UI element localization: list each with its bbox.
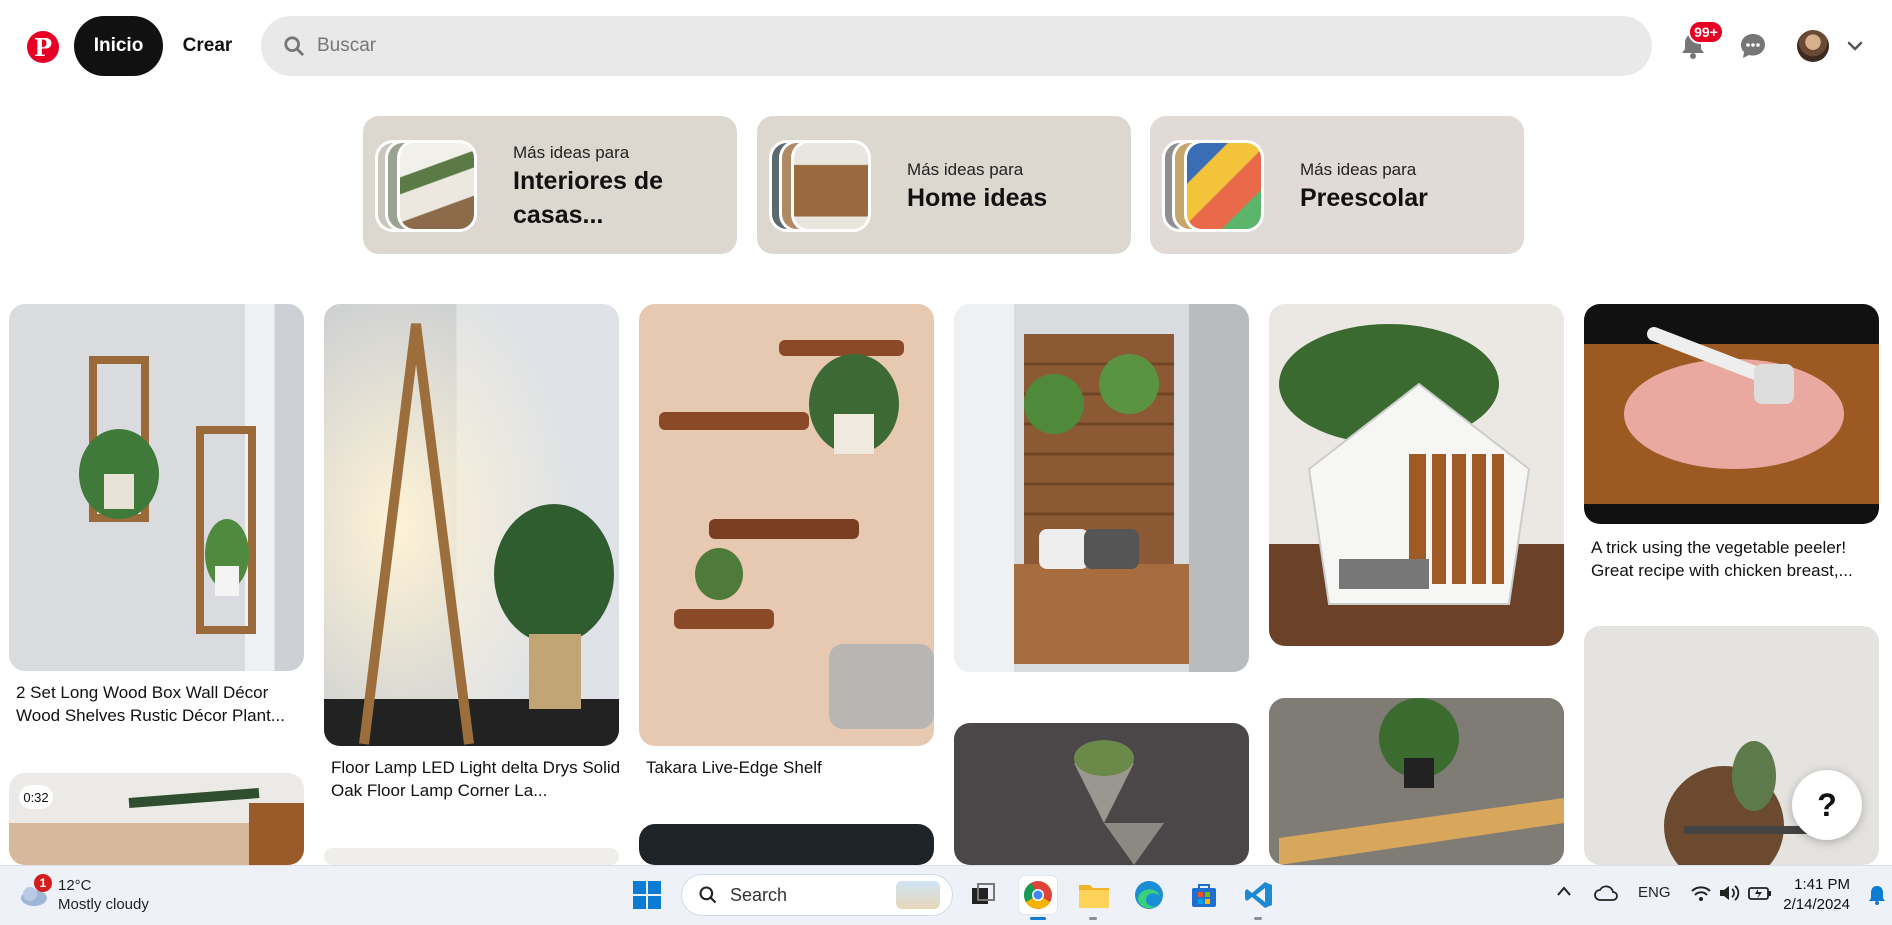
help-button[interactable]: ?: [1792, 770, 1862, 840]
clock-time: 1:41 PM: [1794, 876, 1850, 893]
idea-title: Interiores de casas...: [513, 167, 664, 229]
tray-chevron-up-icon[interactable]: [1556, 884, 1572, 901]
idea-thumbnails: [375, 140, 477, 232]
idea-thumbnails: [1162, 140, 1264, 232]
idea-title: Home ideas: [907, 184, 1048, 212]
file-explorer-icon[interactable]: [1075, 876, 1113, 914]
idea-thumbnails: [769, 140, 871, 232]
pin-video-plant[interactable]: [9, 773, 304, 865]
nav-home-button[interactable]: Inicio: [74, 16, 163, 76]
top-bar: P Inicio Crear 99+: [0, 0, 1892, 96]
search-icon: [284, 36, 304, 56]
pin-title[interactable]: A trick using the vegetable peeler! Grea…: [1591, 536, 1881, 582]
account-chevron-down-icon[interactable]: [1840, 28, 1870, 64]
notification-bell-icon[interactable]: [1868, 884, 1886, 910]
pin-image-dark[interactable]: [639, 824, 934, 865]
vscode-indicator: [1254, 917, 1262, 920]
logo-glyph: P: [33, 33, 53, 62]
search-bar[interactable]: [261, 16, 1652, 76]
search-icon: [699, 886, 717, 904]
pin-image-dog-house[interactable]: [1269, 304, 1564, 646]
windows-start-icon[interactable]: [628, 876, 666, 914]
idea-title: Preescolar: [1300, 184, 1428, 212]
chrome-icon[interactable]: [1019, 876, 1057, 914]
pin-image-balcony[interactable]: [954, 304, 1249, 672]
pin-image-bench-plant[interactable]: [1269, 698, 1564, 865]
pin-video-chicken-peeler[interactable]: [1584, 304, 1879, 524]
volume-icon[interactable]: [1718, 883, 1740, 907]
network-cloud-icon[interactable]: [1594, 882, 1618, 908]
notifications-badge: 99+: [1688, 20, 1724, 44]
wifi-icon[interactable]: [1690, 883, 1712, 907]
idea-subtitle: Más ideas para: [513, 143, 630, 162]
language-indicator[interactable]: ENG: [1638, 884, 1671, 901]
microsoft-store-icon[interactable]: [1185, 876, 1223, 914]
search-highlight-image: [896, 881, 940, 909]
idea-card-home-ideas[interactable]: Más ideas para Home ideas: [757, 116, 1131, 254]
pin-image-live-edge-shelf[interactable]: [639, 304, 934, 746]
cloud-icon: 1: [18, 874, 52, 908]
messages-icon[interactable]: [1735, 28, 1771, 64]
video-duration-badge: 0:32: [19, 785, 53, 809]
pin-image-partial[interactable]: [324, 848, 619, 865]
vscode-icon[interactable]: [1240, 876, 1278, 914]
chrome-active-indicator: [1030, 917, 1046, 920]
pinterest-logo[interactable]: P: [27, 31, 59, 63]
idea-subtitle: Más ideas para: [907, 160, 1024, 179]
explorer-indicator: [1089, 917, 1097, 920]
idea-subtitle: Más ideas para: [1300, 160, 1417, 179]
pin-title[interactable]: Floor Lamp LED Light delta Drys Solid Oa…: [331, 756, 621, 802]
task-view-icon[interactable]: [964, 876, 1002, 914]
weather-temp: 12°C: [58, 877, 92, 894]
pin-image-floor-lamp[interactable]: [324, 304, 619, 746]
idea-card-interiores[interactable]: Más ideas para Interiores de casas...: [363, 116, 737, 254]
weather-widget[interactable]: 1 12°C Mostly cloudy: [18, 874, 149, 914]
pin-title[interactable]: Takara Live-Edge Shelf: [646, 756, 936, 779]
pin-image-wall-decor[interactable]: [9, 304, 304, 671]
weather-desc: Mostly cloudy: [58, 896, 149, 913]
windows-taskbar: 1 12°C Mostly cloudy Search ENG 1:41 PM …: [0, 865, 1892, 925]
clock-date: 2/14/2024: [1783, 896, 1850, 913]
system-clock[interactable]: 1:41 PM 2/14/2024: [1778, 875, 1850, 915]
pin-image-triangle-planters[interactable]: [954, 723, 1249, 865]
search-input[interactable]: [317, 35, 1617, 57]
taskbar-search[interactable]: Search: [681, 874, 953, 916]
battery-icon[interactable]: [1748, 883, 1772, 907]
edge-icon[interactable]: [1130, 876, 1168, 914]
profile-avatar[interactable]: [1797, 30, 1829, 62]
nav-create-button[interactable]: Crear: [165, 16, 250, 76]
pin-title[interactable]: 2 Set Long Wood Box Wall Décor Wood Shel…: [16, 681, 306, 727]
weather-alert-badge: 1: [34, 874, 52, 892]
taskbar-search-label: Search: [730, 884, 788, 905]
idea-card-preescolar[interactable]: Más ideas para Preescolar: [1150, 116, 1524, 254]
